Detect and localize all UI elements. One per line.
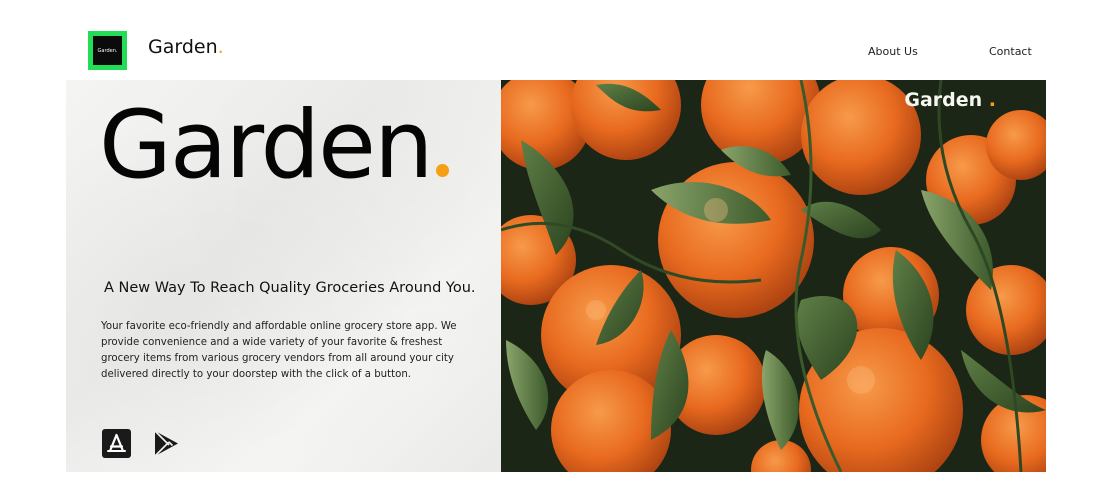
logo[interactable]: Garden.: [88, 31, 127, 70]
brand-name[interactable]: Garden.: [148, 36, 224, 58]
app-store-icon[interactable]: [102, 429, 131, 458]
logo-text: Garden.: [93, 36, 122, 65]
brand-dot: .: [217, 36, 224, 58]
nav-contact[interactable]: Contact: [989, 45, 1032, 58]
hero-title-text: Garden: [99, 91, 434, 200]
image-brand-label: Garden .: [904, 89, 996, 111]
page-frame: Garden. Garden. About Us Contact Garden …: [66, 26, 1046, 472]
site-header: Garden. Garden. About Us Contact: [66, 26, 1046, 80]
hero-image: Garden .: [501, 80, 1046, 472]
hero-title: Garden: [99, 94, 449, 197]
hero-description: Your favorite eco-friendly and affordabl…: [101, 321, 457, 380]
hero-text-panel: Garden A New Way To Reach Quality Grocer…: [66, 80, 501, 472]
image-label-text: Garden: [904, 89, 983, 111]
image-label-dot: .: [988, 89, 996, 111]
brand-name-text: Garden: [148, 36, 218, 58]
google-play-icon[interactable]: [152, 429, 181, 458]
hero-title-dot: [435, 164, 449, 177]
hero-tagline: A New Way To Reach Quality Groceries Aro…: [104, 280, 476, 296]
oranges-photo: [501, 80, 1046, 472]
nav-about-us[interactable]: About Us: [868, 45, 918, 58]
